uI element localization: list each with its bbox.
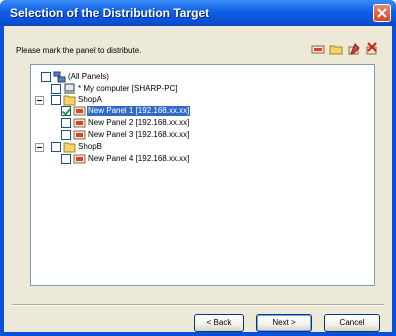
- tree-label-all-panels: (All Panels): [68, 72, 109, 81]
- tree-label-shopb: ShopB: [78, 142, 103, 151]
- dialog-window: Selection of the Distribution Target Ple…: [0, 0, 396, 336]
- cancel-button[interactable]: Cancel: [324, 314, 380, 332]
- panel-icon: [73, 154, 86, 164]
- dialog-body: Please mark the panel to distribute. (Al…: [4, 26, 392, 332]
- panel-tree[interactable]: (All Panels) * My computer [SHARP-PC] Sh…: [30, 64, 375, 286]
- delete-icon[interactable]: [364, 41, 380, 57]
- tree-toolbar: [300, 41, 380, 57]
- checkbox-my-computer[interactable]: [51, 84, 61, 94]
- panel-icon[interactable]: [310, 41, 326, 57]
- instruction-text: Please mark the panel to distribute.: [16, 46, 142, 55]
- close-icon: [377, 8, 387, 18]
- tree-label-panel: New Panel 4 [192.168.xx.xx]: [88, 154, 190, 163]
- checkbox-shopb[interactable]: [51, 142, 61, 152]
- tree-label-shopa: ShopA: [78, 95, 103, 104]
- folder-icon[interactable]: [328, 41, 344, 57]
- checkbox-shopa[interactable]: [51, 95, 61, 105]
- checkbox-panel[interactable]: [61, 118, 71, 128]
- window-title: Selection of the Distribution Target: [10, 6, 210, 20]
- checkbox-panel[interactable]: [61, 130, 71, 140]
- title-bar[interactable]: Selection of the Distribution Target: [0, 0, 396, 26]
- panel-icon: [73, 106, 86, 116]
- panel-icon: [73, 118, 86, 128]
- edit-icon[interactable]: [346, 41, 362, 57]
- checkbox-all-panels[interactable]: [41, 72, 51, 82]
- collapse-toggle-shopa[interactable]: [35, 96, 44, 105]
- panel-icon: [73, 130, 86, 140]
- tree-label-my-computer: * My computer [SHARP-PC]: [78, 84, 178, 93]
- tree-label-panel: New Panel 3 [192.168.xx.xx]: [88, 130, 190, 139]
- collapse-toggle-shopb[interactable]: [35, 143, 44, 152]
- next-button[interactable]: Next >: [256, 314, 312, 332]
- panels-group-icon: [53, 71, 66, 83]
- close-button[interactable]: [373, 4, 391, 22]
- tree-label-panel: New Panel 1 [192.168.xx.xx]: [85, 105, 192, 117]
- tree-label-panel: New Panel 2 [192.168.xx.xx]: [88, 118, 190, 127]
- folder-icon: [63, 142, 76, 153]
- back-button[interactable]: < Back: [194, 314, 244, 332]
- checkbox-panel[interactable]: [61, 106, 71, 116]
- separator: [12, 304, 384, 306]
- checkbox-panel[interactable]: [61, 154, 71, 164]
